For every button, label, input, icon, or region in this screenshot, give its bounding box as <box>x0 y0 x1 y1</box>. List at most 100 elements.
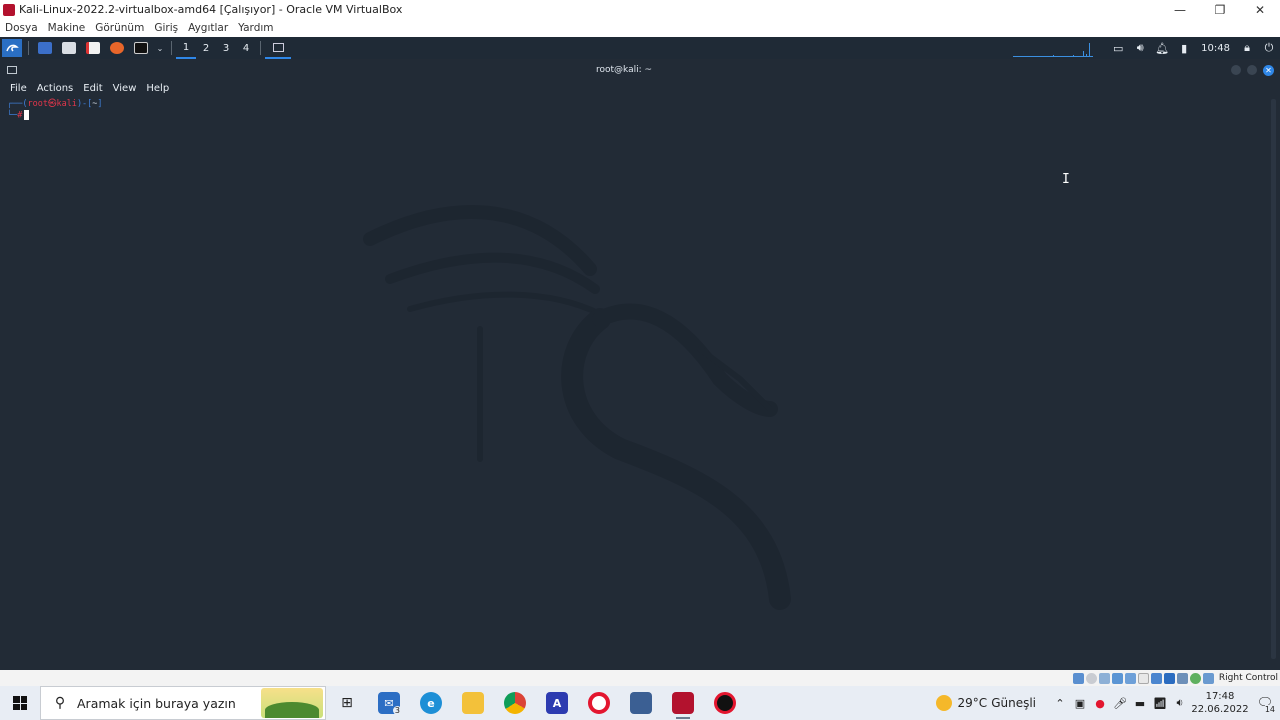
sun-icon <box>935 695 952 711</box>
battery-icon[interactable]: ▮ <box>1173 37 1195 59</box>
start-button[interactable] <box>0 686 40 720</box>
prompt-frame: ] <box>97 99 103 109</box>
taskbar-adobe-app[interactable]: A <box>536 686 578 720</box>
windows-logo-icon <box>13 696 27 710</box>
taskbar-recorder[interactable] <box>704 686 746 720</box>
terminal-menu-file[interactable]: File <box>0 83 32 94</box>
mouse-integration-icon[interactable] <box>1189 672 1201 684</box>
terminal-scrollbar[interactable] <box>1271 99 1276 659</box>
taskbar-virtualbox-vm[interactable] <box>662 686 704 720</box>
taskbar-terminal-window[interactable] <box>265 37 291 59</box>
vbox-menu-dosya[interactable]: Dosya <box>0 22 43 34</box>
vbox-menu-aygitlar[interactable]: Aygıtlar <box>183 22 233 34</box>
search-placeholder: Aramak için buraya yazın <box>77 695 236 711</box>
opera-icon <box>588 692 610 714</box>
wifi-icon[interactable]: 📶︎ <box>1150 686 1170 720</box>
terminal-maximize-button[interactable] <box>1247 65 1257 75</box>
workspace-3[interactable]: 3 <box>216 37 236 59</box>
volume-icon[interactable]: 🔊︎ <box>1129 37 1151 59</box>
terminal-prompt[interactable]: ┌──(root㉿kali)-[~] └─# <box>7 99 103 122</box>
workspace-2[interactable]: 2 <box>196 37 216 59</box>
cpu-icon[interactable] <box>1176 672 1188 684</box>
tray-recorder-icon[interactable]: ● <box>1090 686 1110 720</box>
close-button[interactable]: ✕ <box>1240 0 1280 19</box>
taskbar-search-box[interactable]: ⚲ Aramak için buraya yazın <box>40 686 326 720</box>
vbox-menu-yardim[interactable]: Yardım <box>233 22 278 34</box>
adobe-app-icon: A <box>546 692 568 714</box>
vbox-menu-giris[interactable]: Giriş <box>149 22 183 34</box>
host-key-label: Right Control <box>1218 673 1278 683</box>
restore-button[interactable]: ❐ <box>1200 0 1240 19</box>
text-editor-icon[interactable] <box>83 39 103 57</box>
taskbar-clock[interactable]: 17:48 22.06.2022 <box>1190 690 1250 716</box>
prompt-user-host: root㉿kali <box>27 99 77 109</box>
terminal-menu-edit[interactable]: Edit <box>78 83 107 94</box>
weather-temperature: 29°C <box>957 696 988 710</box>
edge-icon: e <box>420 692 442 714</box>
terminal-window-icon <box>272 42 284 52</box>
taskbar-opera[interactable] <box>578 686 620 720</box>
terminal-launcher-icon[interactable] <box>131 39 151 57</box>
terminal-menu-actions[interactable]: Actions <box>32 83 79 94</box>
minimize-button[interactable]: — <box>1160 0 1200 19</box>
vbox-menu-gorunum[interactable]: Görünüm <box>90 22 149 34</box>
workspace-1[interactable]: 1 <box>176 37 196 59</box>
display-icon[interactable]: ▭ <box>1107 37 1129 59</box>
taskbar-file-explorer[interactable] <box>452 686 494 720</box>
prompt-hash: # <box>17 110 23 121</box>
vbox-menu-makine[interactable]: Makine <box>43 22 91 34</box>
taskbar-virtualbox-manager[interactable] <box>620 686 662 720</box>
terminal-window: root@kali: ~ ✕ File Actions Edit View He… <box>0 59 1280 670</box>
kali-vm-icon <box>672 692 694 714</box>
file-manager-icon[interactable] <box>59 39 79 57</box>
taskbar-edge[interactable]: e <box>410 686 452 720</box>
chevron-up-icon[interactable]: ⌃ <box>1050 686 1070 720</box>
clock-time: 17:48 <box>1205 691 1235 702</box>
network-icon[interactable] <box>1111 672 1123 684</box>
taskbar-mail[interactable]: ✉ 3 <box>368 686 410 720</box>
terminal-menu-view[interactable]: View <box>108 83 142 94</box>
terminal-titlebar: root@kali: ~ ✕ <box>0 59 1280 81</box>
chevron-down-icon[interactable]: ⌄ <box>155 39 165 57</box>
microphone-icon[interactable]: 🎤︎ <box>1110 686 1130 720</box>
workspace-4[interactable]: 4 <box>236 37 256 59</box>
folder-icon <box>462 692 484 714</box>
terminal-minimize-button[interactable] <box>1231 65 1241 75</box>
tray-app-icon[interactable]: ▣ <box>1070 686 1090 720</box>
vbox-titlebar: Kali-Linux-2022.2-virtualbox-amd64 [Çalı… <box>0 0 1280 19</box>
audio-icon[interactable] <box>1098 672 1110 684</box>
keyboard-icon[interactable] <box>1202 672 1214 684</box>
optical-drive-icon[interactable] <box>1085 672 1097 684</box>
display-icon[interactable] <box>1150 672 1162 684</box>
search-highlight-image <box>261 688 323 718</box>
firefox-icon[interactable] <box>107 39 127 57</box>
action-center-button[interactable]: 🗨︎ 14 <box>1250 686 1280 720</box>
battery-icon[interactable]: ▬ <box>1130 686 1150 720</box>
harddisk-icon[interactable] <box>1072 672 1084 684</box>
terminal-close-button[interactable]: ✕ <box>1263 64 1274 76</box>
recording-icon[interactable] <box>1163 672 1175 684</box>
panel-separator <box>171 41 172 55</box>
lock-icon[interactable]: 🔒︎ <box>1236 37 1258 59</box>
weather-widget[interactable]: 29°C Güneşli <box>935 695 1040 711</box>
weather-description: Güneşli <box>991 696 1036 710</box>
kali-menu-button[interactable] <box>2 39 22 57</box>
show-desktop-icon[interactable] <box>35 39 55 57</box>
task-view-button[interactable]: ⊞ <box>326 686 368 720</box>
vbox-menubar: Dosya Makine Görünüm Giriş Aygıtlar Yard… <box>0 19 1280 37</box>
panel-clock[interactable]: 10:48 <box>1195 43 1236 54</box>
terminal-menu-help[interactable]: Help <box>141 83 174 94</box>
recorder-icon <box>714 692 736 714</box>
cpu-graph <box>1013 39 1094 57</box>
prompt-frame: └─ <box>7 110 18 121</box>
usb-icon[interactable] <box>1124 672 1136 684</box>
notification-bell-icon[interactable]: 🔔︎ <box>1151 37 1173 59</box>
kali-dragon-icon <box>6 44 19 52</box>
power-icon[interactable]: ⏻ <box>1258 37 1280 59</box>
virtualbox-app-icon <box>3 3 15 16</box>
speaker-icon[interactable]: 🔉︎ <box>1170 686 1190 720</box>
search-icon: ⚲ <box>54 695 66 711</box>
shared-folders-icon[interactable] <box>1137 672 1149 684</box>
taskbar-chrome[interactable] <box>494 686 536 720</box>
terminal-app-icon <box>7 66 17 74</box>
